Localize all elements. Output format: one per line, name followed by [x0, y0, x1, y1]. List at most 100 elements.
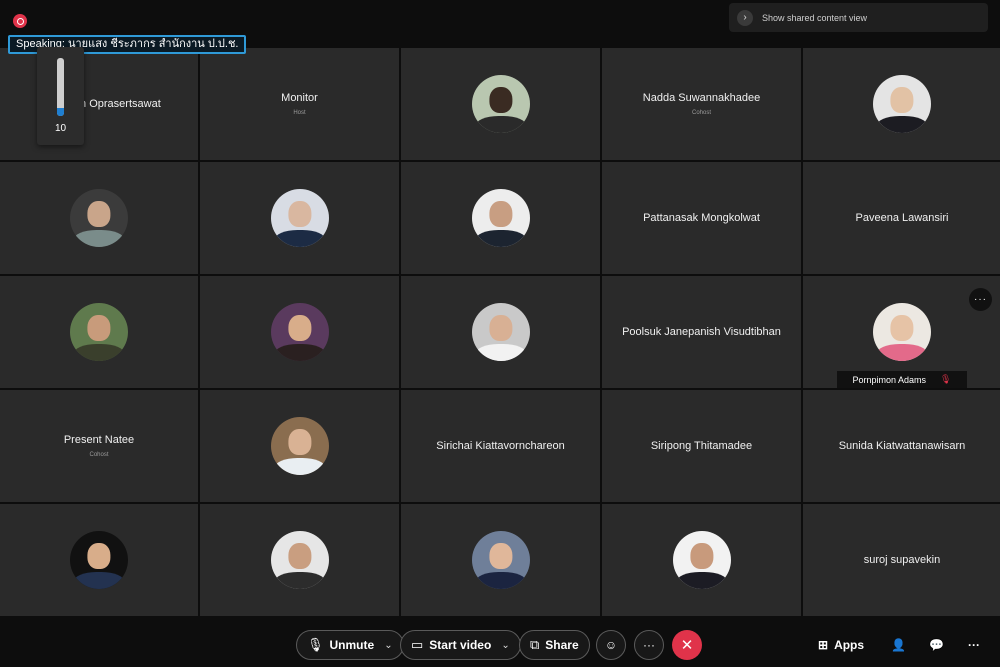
chevron-down-icon[interactable]: ⌄ [501, 640, 509, 651]
show-shared-content-button[interactable]: › Show shared content view [729, 3, 988, 32]
avatar-head [689, 542, 714, 570]
participant-tile[interactable]: Monitor Host [200, 48, 399, 160]
avatar-body [273, 457, 326, 475]
participant-name-tag: Pornpimon Adams 🎙 [837, 371, 967, 388]
participant-tile[interactable] [401, 48, 600, 160]
volume-popup: 10 [37, 47, 84, 145]
avatar [70, 531, 128, 589]
apps-label: Apps [834, 638, 865, 652]
volume-slider[interactable] [57, 58, 64, 116]
participant-tile[interactable] [602, 504, 801, 616]
avatar [471, 303, 530, 361]
avatar-head [87, 200, 111, 228]
avatar [471, 189, 530, 247]
apps-button[interactable]: ⊞ Apps [818, 630, 864, 660]
share-screen-icon: ⧉ [530, 637, 540, 652]
avatar [270, 417, 329, 475]
avatar-body [474, 571, 527, 589]
participant-name-tag-label: Pornpimon Adams [852, 374, 927, 385]
participant-tile[interactable]: Sunida Kiatwattanawisarn [803, 390, 1000, 502]
avatar-body [876, 343, 928, 361]
chevron-down-icon[interactable]: ⌄ [384, 640, 392, 651]
avatar-body [675, 571, 728, 589]
chat-button[interactable]: 💬 [929, 630, 944, 660]
avatar-body [273, 343, 326, 361]
participants-button[interactable]: 👤 [891, 630, 906, 660]
avatar [471, 531, 530, 589]
unmute-button[interactable]: 🎙 Unmute ⌄ [296, 630, 404, 660]
participant-name: Nadda Suwannakhadee [642, 92, 761, 104]
participant-tile[interactable]: ··· Pornpimon Adams 🎙 [803, 276, 1000, 388]
chat-bubble-icon: 💬 [929, 638, 944, 652]
avatar [270, 189, 329, 247]
unmute-label: Unmute [329, 638, 375, 652]
avatar-body [273, 571, 326, 589]
participant-grid: Mongkorn Oprasertsawat Monitor Host Nadda S… [0, 48, 1000, 616]
participant-tile[interactable]: Mongkorn Oprasertsawat [0, 48, 198, 160]
participant-tile[interactable] [200, 390, 399, 502]
avatar [672, 531, 731, 589]
participant-role: Cohost [89, 452, 109, 458]
start-video-label: Start video [429, 638, 492, 652]
avatar [873, 75, 931, 133]
chevron-right-icon: › [737, 9, 753, 26]
avatar-head [87, 314, 111, 342]
participant-tile[interactable] [401, 162, 600, 274]
share-label: Share [545, 638, 579, 652]
avatar-body [474, 229, 527, 247]
participant-name: Present Natee [63, 434, 135, 446]
participant-tile[interactable] [200, 276, 399, 388]
avatar-head [890, 314, 914, 342]
meeting-window: Speaking: นายแสง ชีระภากร สำนักงาน ป.ป.ช… [0, 0, 1000, 667]
reactions-button[interactable]: ☺ [596, 630, 626, 660]
avatar-body [273, 229, 326, 247]
share-button[interactable]: ⧉ Share [519, 630, 590, 660]
avatar [471, 75, 530, 133]
participant-tile[interactable]: Sirichai Kiattavornchareon [401, 390, 600, 502]
participant-tile[interactable]: Poolsuk Janepanish Visudtibhan [602, 276, 801, 388]
participant-tile[interactable] [401, 276, 600, 388]
microphone-off-icon: 🎙 [307, 637, 324, 652]
avatar-head [87, 542, 111, 570]
start-video-button[interactable]: ▭ Start video ⌄ [400, 630, 521, 660]
participant-name: Pattanasak Mongkolwat [643, 212, 760, 224]
participant-tile[interactable] [0, 504, 198, 616]
participant-tile[interactable]: Paveena Lawansiri [803, 162, 1000, 274]
participant-tile[interactable] [0, 276, 198, 388]
avatar-head [488, 314, 513, 342]
participant-name: Poolsuk Janepanish Visudtibhan [622, 326, 781, 338]
meeting-toolbar: 🎙 Unmute ⌄ ▭ Start video ⌄ ⧉ Share ☺ ···… [0, 621, 1000, 667]
more-options-button[interactable]: ··· [634, 630, 664, 660]
avatar-head [488, 86, 513, 114]
person-icon: 👤 [891, 638, 906, 652]
end-call-button[interactable]: ✕ [672, 630, 702, 660]
avatar-body [876, 115, 928, 133]
overflow-icon: ··· [968, 638, 980, 652]
volume-slider-fill [57, 107, 64, 116]
participant-tile[interactable]: suroj supavekin [803, 504, 1000, 616]
participant-tile[interactable]: Present Natee Cohost [0, 390, 198, 502]
participant-tile[interactable]: Nadda Suwannakhadee Cohost [602, 48, 801, 160]
recording-icon [13, 14, 27, 28]
participant-tile[interactable] [200, 504, 399, 616]
avatar-head [287, 200, 312, 228]
camera-off-icon: ▭ [411, 637, 424, 652]
overflow-menu-button[interactable]: ··· [968, 630, 980, 660]
avatar-head [287, 542, 312, 570]
avatar-body [73, 343, 125, 361]
avatar-body [474, 115, 527, 133]
participant-tile[interactable]: Pattanasak Mongkolwat [602, 162, 801, 274]
participant-tile[interactable]: Siripong Thitamadee [602, 390, 801, 502]
avatar-head [287, 428, 312, 456]
participant-name: suroj supavekin [863, 554, 941, 566]
participant-tile[interactable] [200, 162, 399, 274]
avatar [270, 303, 329, 361]
avatar-head [287, 314, 312, 342]
avatar-body [474, 343, 527, 361]
participant-tile[interactable] [803, 48, 1000, 160]
participant-tile[interactable] [0, 162, 198, 274]
participant-name: Sunida Kiatwattanawisarn [838, 440, 966, 452]
participant-name: Sirichai Kiattavornchareon [436, 440, 565, 452]
tile-more-button[interactable]: ··· [969, 288, 992, 311]
participant-tile[interactable] [401, 504, 600, 616]
